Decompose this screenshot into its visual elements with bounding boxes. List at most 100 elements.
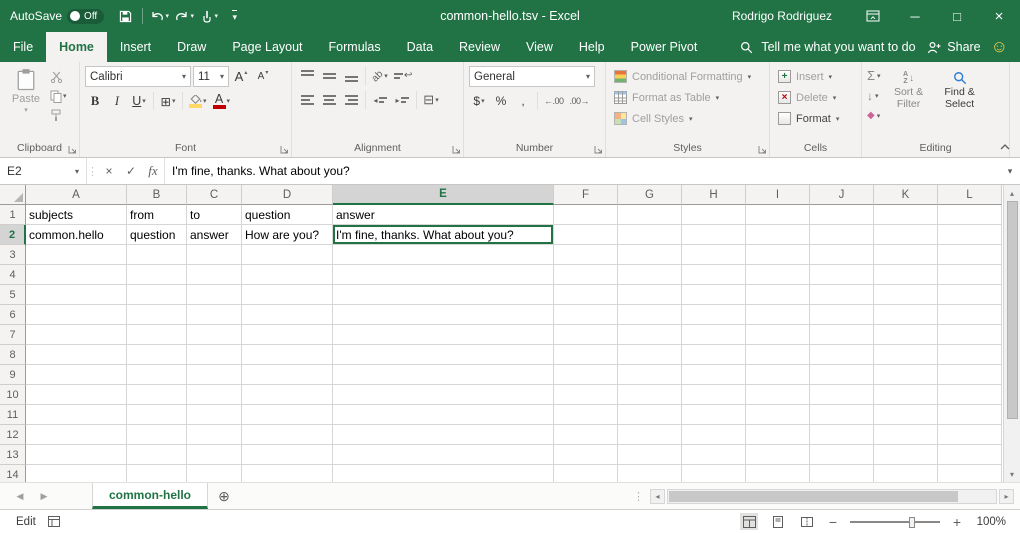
cell-B12[interactable] (127, 425, 187, 445)
cell-J1[interactable] (810, 205, 874, 225)
increase-indent-button[interactable]: ▸ (392, 90, 412, 110)
row-header-8[interactable]: 8 (0, 345, 26, 365)
cell-H5[interactable] (682, 285, 746, 305)
touch-mode-button[interactable]: ▾ (198, 3, 221, 29)
cell-D7[interactable] (242, 325, 333, 345)
cell-I3[interactable] (746, 245, 810, 265)
cell-J8[interactable] (810, 345, 874, 365)
cell-H7[interactable] (682, 325, 746, 345)
cell-C14[interactable] (187, 465, 242, 482)
cell-C12[interactable] (187, 425, 242, 445)
row-header-7[interactable]: 7 (0, 325, 26, 345)
cell-D14[interactable] (242, 465, 333, 482)
row-header-12[interactable]: 12 (0, 425, 26, 445)
row-header-9[interactable]: 9 (0, 365, 26, 385)
cell-A9[interactable] (26, 365, 127, 385)
fill-button[interactable]: ↓▾ (867, 87, 881, 104)
cell-K5[interactable] (874, 285, 938, 305)
row-header-6[interactable]: 6 (0, 305, 26, 325)
column-header-A[interactable]: A (26, 185, 127, 205)
cell-L12[interactable] (938, 425, 1002, 445)
cell-L7[interactable] (938, 325, 1002, 345)
tab-view[interactable]: View (513, 32, 566, 62)
column-header-J[interactable]: J (810, 185, 874, 205)
cell-J4[interactable] (810, 265, 874, 285)
cell-A14[interactable] (26, 465, 127, 482)
tab-insert[interactable]: Insert (107, 32, 164, 62)
cell-E8[interactable] (333, 345, 554, 365)
cell-L4[interactable] (938, 265, 1002, 285)
cell-E11[interactable] (333, 405, 554, 425)
cell-I2[interactable] (746, 225, 810, 245)
macro-record-button[interactable] (48, 516, 60, 527)
cell-A5[interactable] (26, 285, 127, 305)
horizontal-scroll-thumb[interactable] (669, 491, 958, 502)
cell-D8[interactable] (242, 345, 333, 365)
font-dialog-launcher[interactable] (280, 145, 289, 154)
cell-J12[interactable] (810, 425, 874, 445)
horizontal-scrollbar[interactable]: ◂ ▸ (648, 483, 1020, 509)
cell-I4[interactable] (746, 265, 810, 285)
cell-C10[interactable] (187, 385, 242, 405)
column-header-H[interactable]: H (682, 185, 746, 205)
cell-D6[interactable] (242, 305, 333, 325)
cell-C4[interactable] (187, 265, 242, 285)
clear-button[interactable]: ◆▾ (867, 107, 881, 124)
cell-B2[interactable]: question (127, 225, 187, 245)
tab-data[interactable]: Data (394, 32, 446, 62)
cell-I14[interactable] (746, 465, 810, 482)
cell-D12[interactable] (242, 425, 333, 445)
cell-L11[interactable] (938, 405, 1002, 425)
row-header-1[interactable]: 1 (0, 205, 26, 225)
cell-L13[interactable] (938, 445, 1002, 465)
cell-K3[interactable] (874, 245, 938, 265)
cell-G13[interactable] (618, 445, 682, 465)
cell-L14[interactable] (938, 465, 1002, 482)
row-header-11[interactable]: 11 (0, 405, 26, 425)
cell-G11[interactable] (618, 405, 682, 425)
cell-K2[interactable] (874, 225, 938, 245)
tab-help[interactable]: Help (566, 32, 618, 62)
cell-K10[interactable] (874, 385, 938, 405)
cell-J13[interactable] (810, 445, 874, 465)
cell-E7[interactable] (333, 325, 554, 345)
cell-G7[interactable] (618, 325, 682, 345)
cell-L8[interactable] (938, 345, 1002, 365)
cell-G4[interactable] (618, 265, 682, 285)
sort-filter-button[interactable]: AZ↓ Sort & Filter (886, 66, 932, 139)
cell-K7[interactable] (874, 325, 938, 345)
cell-E10[interactable] (333, 385, 554, 405)
orientation-button[interactable]: ab▾ (370, 66, 390, 86)
minimize-button[interactable]: ─ (894, 0, 936, 32)
cell-F8[interactable] (554, 345, 618, 365)
cell-D11[interactable] (242, 405, 333, 425)
tab-file[interactable]: File (0, 32, 46, 62)
cell-C13[interactable] (187, 445, 242, 465)
cell-H9[interactable] (682, 365, 746, 385)
customize-qat-button[interactable]: ▾ (223, 3, 246, 29)
cell-J5[interactable] (810, 285, 874, 305)
row-header-5[interactable]: 5 (0, 285, 26, 305)
number-dialog-launcher[interactable] (594, 145, 603, 154)
cell-C8[interactable] (187, 345, 242, 365)
cell-K4[interactable] (874, 265, 938, 285)
cell-F5[interactable] (554, 285, 618, 305)
comma-style-button[interactable]: , (513, 91, 533, 111)
cell-E12[interactable] (333, 425, 554, 445)
row-header-3[interactable]: 3 (0, 245, 26, 265)
cell-C7[interactable] (187, 325, 242, 345)
cell-F3[interactable] (554, 245, 618, 265)
increase-decimal-button[interactable]: ←.00 (542, 91, 566, 111)
cancel-button[interactable]: × (98, 158, 120, 184)
cell-E5[interactable] (333, 285, 554, 305)
cell-C11[interactable] (187, 405, 242, 425)
cell-I10[interactable] (746, 385, 810, 405)
cell-A1[interactable]: subjects (26, 205, 127, 225)
cell-B6[interactable] (127, 305, 187, 325)
sheet-nav-right[interactable]: ▶ (32, 483, 56, 509)
italic-button[interactable]: I (107, 91, 127, 111)
align-middle-button[interactable] (319, 66, 339, 86)
copy-button[interactable]: ▾ (50, 89, 67, 103)
cell-K1[interactable] (874, 205, 938, 225)
cell-D2[interactable]: How are you? (242, 225, 333, 245)
